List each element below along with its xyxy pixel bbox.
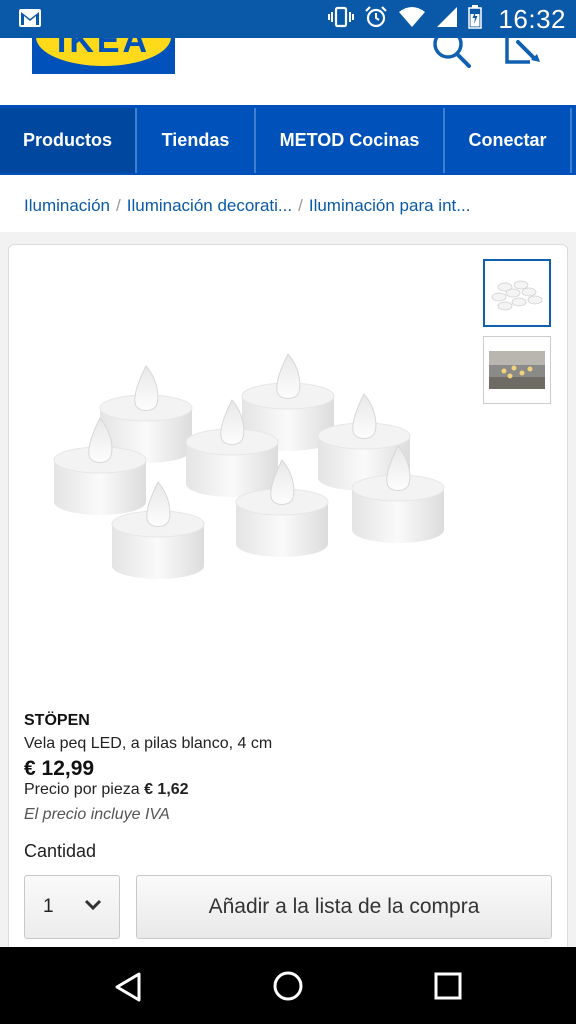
product-thumbnail-2[interactable] [483,336,551,404]
home-icon[interactable] [272,970,304,1007]
product-price: € 12,99 [24,757,95,780]
unit-price-label: Precio por pieza [24,781,140,798]
breadcrumb-item-iluminacion[interactable]: Iluminación [24,196,110,215]
vibrate-icon [328,6,355,33]
signal-icon [436,6,458,33]
chevron-down-icon [83,898,103,917]
wifi-icon [398,6,426,33]
product-description: Vela peq LED, a pilas blanco, 4 cm [24,735,273,752]
ikea-logo[interactable]: IKEA [32,38,175,74]
recents-icon[interactable] [434,972,462,1005]
nav-item-productos[interactable]: Productos [0,108,137,173]
add-to-shopping-list-button[interactable]: Añadir a la lista de la compra [136,875,552,939]
quantity-value: 1 [43,896,54,917]
alarm-icon [364,5,388,34]
breadcrumb-separator: / [298,196,303,215]
breadcrumb-item-iluminacion-decorativa[interactable]: Iluminación decorati... [127,196,292,215]
clock: 16:32 [498,3,566,34]
nav-bottom-border [0,173,576,175]
product-image[interactable] [24,258,472,694]
product-name: STÖPEN [24,712,90,729]
vat-note: El precio incluye IVA [24,806,170,823]
product-thumbnail-1[interactable] [483,259,551,327]
nav-item-metod-cocinas[interactable]: METOD Cocinas [256,108,445,173]
search-icon[interactable] [432,29,472,73]
battery-icon [468,4,483,34]
quantity-select[interactable]: 1 [24,875,120,939]
gmail-icon [18,8,42,33]
main-nav: Productos Tiendas METOD Cocinas Conectar [0,108,576,173]
unit-price-value: € 1,62 [144,781,189,798]
back-icon[interactable] [113,972,143,1007]
nav-item-conectar[interactable]: Conectar [445,108,572,173]
quantity-label: Cantidad [24,841,97,861]
shopping-list-icon[interactable] [504,38,544,73]
logo-text: IKEA [56,38,151,60]
breadcrumb: Iluminación / Iluminación decorati... / Ilum… [24,196,470,216]
android-nav-bar [0,947,576,1024]
status-bar: 16:32 [0,0,576,38]
breadcrumb-item-iluminacion-interior[interactable]: Iluminación para int... [309,196,471,215]
breadcrumb-separator: / [116,196,121,215]
unit-price: Precio por pieza € 1,62 [24,781,189,799]
nav-item-tiendas[interactable]: Tiendas [137,108,256,173]
site-header: IKEA [0,29,576,106]
